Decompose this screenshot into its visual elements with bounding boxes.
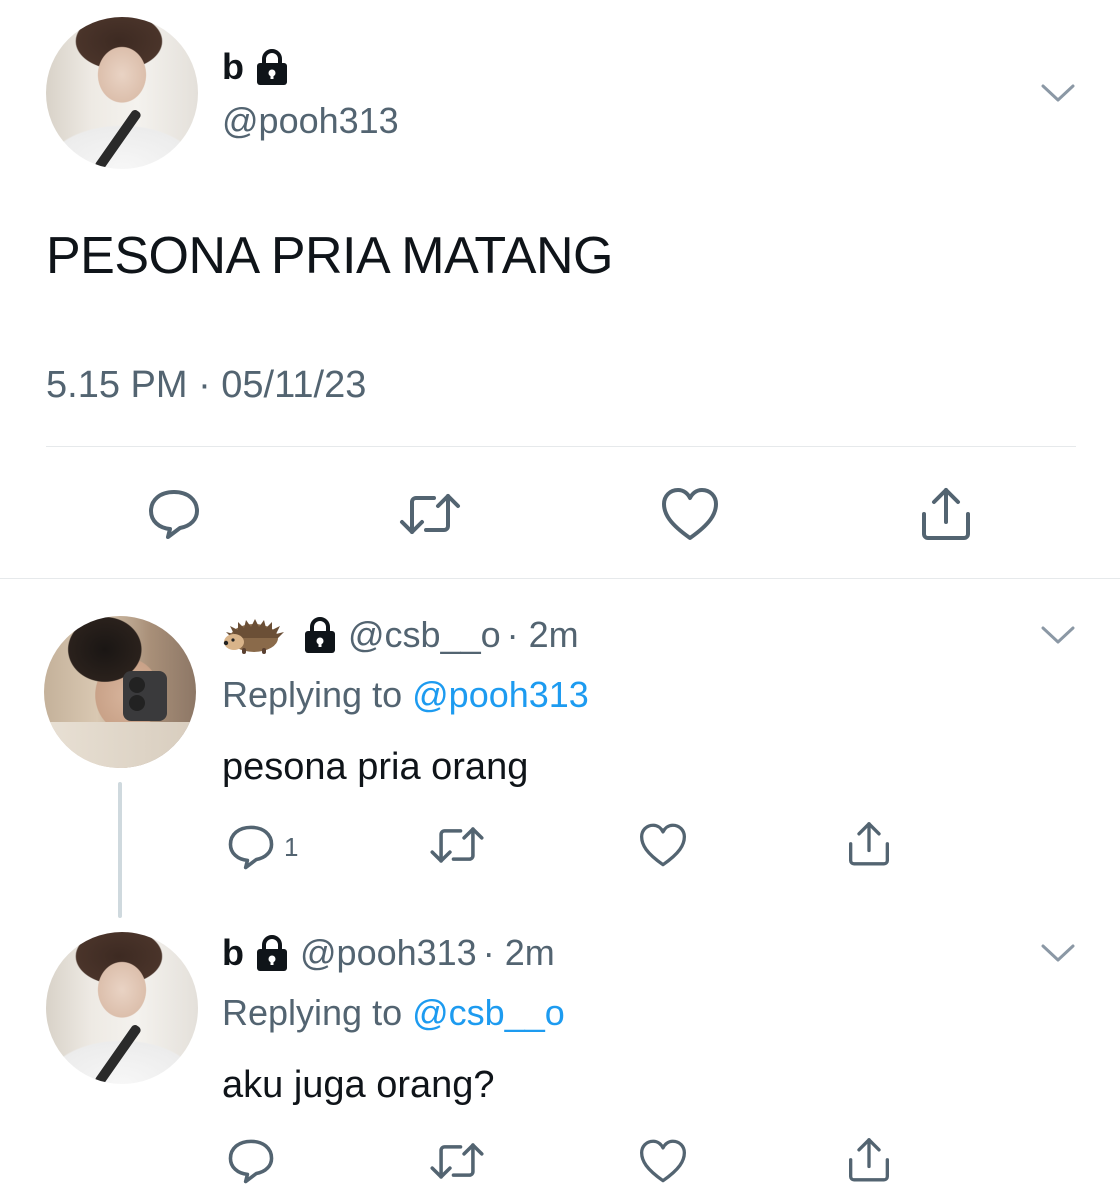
lock-icon — [257, 935, 287, 971]
heart-icon — [662, 488, 718, 540]
reply-button[interactable] — [146, 486, 202, 542]
display-name[interactable]: b — [222, 932, 244, 974]
share-button[interactable] — [844, 1134, 894, 1184]
divider — [0, 578, 1120, 579]
heart-icon — [640, 1139, 686, 1183]
divider — [46, 446, 1076, 447]
author-handle[interactable]: @csb__o — [348, 614, 501, 656]
tweet-text: PESONA PRIA MATANG — [46, 227, 614, 285]
author-name-row: b — [222, 46, 290, 88]
like-button[interactable] — [638, 822, 688, 868]
lock-icon — [257, 49, 287, 85]
share-button[interactable] — [844, 818, 894, 868]
reply-button[interactable]: 1 — [226, 822, 298, 872]
relative-time[interactable]: · 2m — [507, 614, 579, 656]
chevron-down-icon[interactable] — [1040, 624, 1076, 646]
share-icon — [849, 822, 889, 866]
relative-time[interactable]: · 2m — [483, 932, 555, 974]
share-icon — [849, 1138, 889, 1182]
tweet-timestamp[interactable]: 5.15 PM · 05/11/23 — [46, 364, 366, 407]
author-handle[interactable]: @pooh313 — [300, 932, 477, 974]
avatar[interactable] — [44, 616, 196, 768]
retweet-icon — [430, 827, 484, 863]
chevron-down-icon[interactable] — [1040, 942, 1076, 964]
replying-to-handle[interactable]: @csb__o — [412, 992, 565, 1033]
author-row: b @pooh313 · 2m — [222, 932, 555, 974]
like-button[interactable] — [638, 1138, 688, 1184]
retweet-icon — [430, 1143, 484, 1179]
speech-bubble-icon — [228, 1139, 274, 1184]
speech-bubble-icon — [149, 490, 199, 539]
share-icon — [922, 488, 970, 540]
retweet-button[interactable] — [428, 1138, 486, 1184]
hedgehog-icon — [223, 619, 284, 654]
replying-to-line: Replying to @csb__o — [222, 992, 565, 1034]
tweet-text: aku juga orang? — [222, 1064, 495, 1106]
retweet-button[interactable] — [428, 822, 486, 868]
tweet-text: pesona pria orang — [222, 746, 529, 788]
lock-icon — [305, 617, 335, 653]
avatar[interactable] — [46, 932, 198, 1084]
author-handle[interactable]: @pooh313 — [222, 100, 399, 142]
thread-line — [118, 782, 122, 918]
speech-bubble-icon — [228, 825, 274, 870]
replying-to-label: Replying to — [222, 992, 403, 1033]
reply-count: 1 — [284, 831, 299, 862]
reply-button[interactable] — [226, 1136, 276, 1186]
display-name[interactable]: b — [222, 46, 244, 88]
heart-icon — [640, 823, 686, 867]
author-row: 🦔 @csb__o · 2m — [222, 614, 579, 656]
replying-to-handle[interactable]: @pooh313 — [412, 674, 589, 715]
replying-to-line: Replying to @pooh313 — [222, 674, 589, 716]
retweet-button[interactable] — [398, 488, 462, 540]
retweet-icon — [400, 494, 460, 534]
share-button[interactable] — [916, 484, 976, 542]
like-button[interactable] — [660, 486, 720, 542]
chevron-down-icon[interactable] — [1040, 82, 1076, 104]
avatar[interactable] — [46, 17, 198, 169]
replying-to-label: Replying to — [222, 674, 403, 715]
